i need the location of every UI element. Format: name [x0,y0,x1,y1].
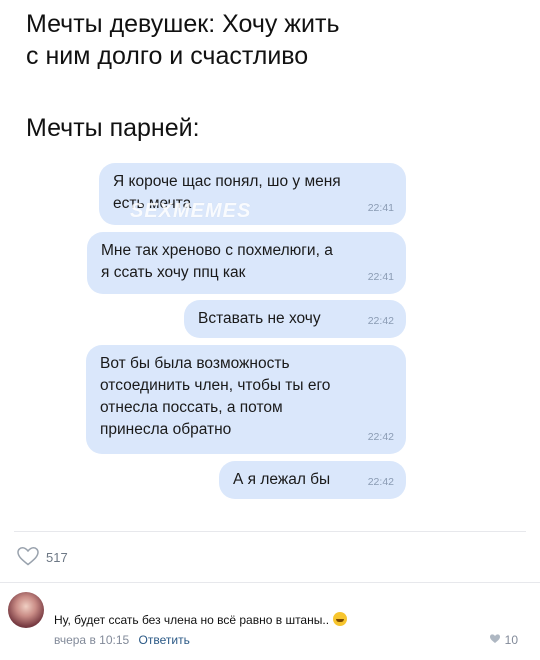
message-text: Вот бы была возможность отсоединить член… [100,355,331,438]
message-time: 22:41 [367,271,394,283]
message-bubble: Вставать не хочу 22:42 [184,300,406,338]
message-text: Вставать не хочу [198,310,321,327]
avatar[interactable] [8,592,44,628]
comment-text: Ну, будет ссать без члена но всё равно в… [54,612,348,627]
reply-link[interactable]: Ответить [139,633,190,647]
laughing-face-emoji-icon [333,612,348,626]
comment-body: Ну, будет ссать без члена но всё равно в… [54,613,330,627]
message-bubble: А я лежал бы 22:42 [219,461,406,499]
message-bubble: Мне так хреново с похмелюги, а я ссать х… [87,232,406,294]
message-time: 22:41 [367,202,394,214]
heart-icon [489,633,501,647]
post-text-line-3: Мечты парней: [26,114,200,142]
message-text: Мне так хреново с похмелюги, а я ссать х… [101,242,333,281]
divider [0,582,540,583]
post-text-line-2: с ним долго и счастливо [26,42,309,70]
like-count: 517 [46,550,68,565]
message-time: 22:42 [367,315,394,327]
comment-like-count: 10 [504,633,518,647]
message-time: 22:42 [367,431,394,443]
watermark: SEXMEMES [130,200,252,222]
message-bubble: Вот бы была возможность отсоединить член… [86,345,406,454]
like-button[interactable]: 517 [16,546,68,569]
post-text-line-1: Мечты девушек: Хочу жить [26,10,340,38]
comment-time: вчера в 10:15 [54,633,130,647]
heart-outline-icon [16,546,40,569]
message-time: 22:42 [367,476,394,488]
comment-like-button[interactable]: 10 [489,633,518,647]
divider [14,531,526,532]
comment-meta: вчера в 10:15 Ответить [54,633,190,647]
